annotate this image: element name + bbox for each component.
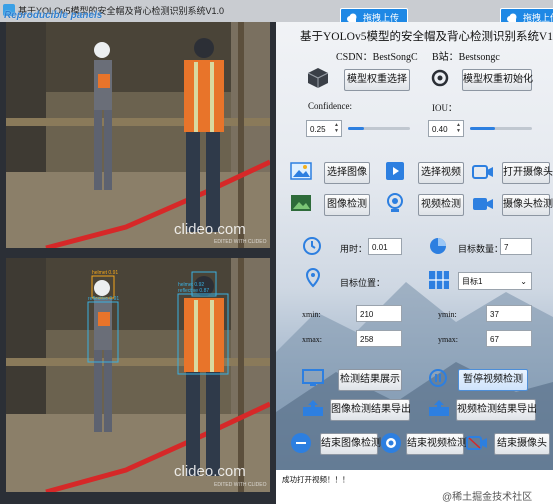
end-video-button[interactable]: 结束视频检测 xyxy=(406,433,467,455)
landscape-background xyxy=(276,282,553,504)
video-camera-icon xyxy=(473,198,493,210)
confidence-slider[interactable] xyxy=(348,127,410,130)
image-detect-button[interactable]: 图像检测 xyxy=(324,194,370,216)
stop-image-icon xyxy=(291,433,311,453)
chevron-down-icon[interactable]: ⌄ xyxy=(520,273,527,290)
watermark: clideo.com xyxy=(174,463,246,480)
iou-spinbox[interactable]: 0.40 ▲ ▼ xyxy=(428,120,464,137)
status-bar: 成功打开视频！！！ @稀土掘金技术社区 xyxy=(276,470,553,504)
xmax-label: xmax: xyxy=(302,335,322,344)
webcam-icon xyxy=(387,193,403,212)
original-video-frame: clideo.com EDITED WITH CLIDEO xyxy=(6,22,270,248)
detection-video-panel: helmet 0.91 helmet 0.92 reflective 0.91 … xyxy=(6,258,270,492)
image-icon xyxy=(290,162,312,180)
pause-video-button[interactable]: 暂停视频检测 xyxy=(458,369,528,391)
iou-slider[interactable] xyxy=(470,127,532,130)
panel-title: 基于YOLOv5模型的安全帽及背心检测识别系统V1.0 xyxy=(300,31,553,43)
xmax-field: 258 xyxy=(356,330,402,347)
pie-chart-icon xyxy=(430,238,446,254)
confidence-spinbox[interactable]: 0.25 ▲ ▼ xyxy=(306,120,342,137)
ymax-field: 67 xyxy=(486,330,532,347)
status-text: 成功打开视频！！！ xyxy=(282,475,350,484)
target-select[interactable]: 目标1 ⌄ xyxy=(458,272,532,290)
control-panel: 基于YOLOv5模型的安全帽及背心检测识别系统V1.0 CSDN：BestSon… xyxy=(276,22,553,504)
pause-icon xyxy=(429,369,447,387)
clock-icon xyxy=(303,237,321,255)
settings-icon xyxy=(431,69,449,87)
time-label: 用时： xyxy=(340,244,368,254)
count-label: 目标数量： xyxy=(458,244,504,254)
show-results-button[interactable]: 检测结果展示 xyxy=(338,369,402,391)
end-image-button[interactable]: 结束图像检测 xyxy=(320,433,381,455)
xmin-field: 210 xyxy=(356,305,402,322)
ymin-label: ymin: xyxy=(438,310,457,319)
camera-icon xyxy=(472,165,493,179)
overlay-brand: Reproducible panels xyxy=(4,10,103,21)
watermark-sub: EDITED WITH CLIDEO xyxy=(214,239,267,245)
confidence-label: Confidence: xyxy=(308,101,352,111)
ymin-field: 37 xyxy=(486,305,532,322)
credit-watermark: @稀土掘金技术社区 xyxy=(442,492,533,503)
detection-label: reflective 0.91 xyxy=(88,296,119,302)
iou-label: IOU： xyxy=(432,103,457,113)
model-init-button[interactable]: 模型权重初始化 xyxy=(462,69,533,91)
bilibili-label: B站：Bestsongc xyxy=(432,52,500,63)
title-bar: 基于YOLOv5模型的安全帽及背心检测识别系统V1.0 Reproducible… xyxy=(0,0,553,22)
select-video-button[interactable]: 选择视频 xyxy=(418,162,464,184)
iou-slider-fill xyxy=(470,127,495,130)
video-file-icon xyxy=(386,162,404,180)
detection-video-frame: helmet 0.91 helmet 0.92 reflective 0.91 … xyxy=(6,258,270,492)
time-field: 0.01 xyxy=(368,238,402,255)
stop-camera-icon xyxy=(466,436,487,450)
detection-label: helmet 0.91 xyxy=(92,270,118,276)
grid-icon xyxy=(429,271,449,289)
watermark: clideo.com xyxy=(174,221,246,238)
cube-icon xyxy=(307,68,329,88)
export-image-button[interactable]: 图像检测结果导出 xyxy=(330,399,411,421)
location-pin-icon xyxy=(305,268,321,288)
csdn-label: CSDN：BestSongC xyxy=(336,52,418,63)
position-label: 目标位置： xyxy=(340,278,386,288)
camera-detect-button[interactable]: 摄像头检测 xyxy=(502,194,553,216)
export-video-button[interactable]: 视频检测结果导出 xyxy=(456,399,537,421)
image-detect-icon xyxy=(291,195,311,211)
spin-arrows-icon[interactable]: ▲ ▼ xyxy=(333,122,340,135)
export-icon xyxy=(303,400,323,416)
export-icon xyxy=(429,400,449,416)
confidence-slider-fill xyxy=(348,127,364,130)
display-icon xyxy=(302,369,324,386)
ymax-label: ymax: xyxy=(438,335,458,344)
iou-value: 0.40 xyxy=(432,125,448,134)
confidence-value: 0.25 xyxy=(310,125,326,134)
detection-label: reflective 0.87 xyxy=(178,288,209,294)
open-camera-button[interactable]: 打开摄像头 xyxy=(502,162,553,184)
stop-video-icon xyxy=(381,433,401,453)
target-select-value: 目标1 xyxy=(462,277,483,286)
watermark-sub: EDITED WITH CLIDEO xyxy=(214,482,267,488)
end-camera-button[interactable]: 结束摄像头 xyxy=(494,433,550,455)
spin-arrows-icon[interactable]: ▲ ▼ xyxy=(455,122,462,135)
original-video-panel: clideo.com EDITED WITH CLIDEO xyxy=(6,22,270,248)
model-select-button[interactable]: 模型权重选择 xyxy=(344,69,410,91)
count-field: 7 xyxy=(500,238,532,255)
select-image-button[interactable]: 选择图像 xyxy=(324,162,370,184)
video-detect-button[interactable]: 视频检测 xyxy=(418,194,464,216)
xmin-label: xmin: xyxy=(302,310,321,319)
